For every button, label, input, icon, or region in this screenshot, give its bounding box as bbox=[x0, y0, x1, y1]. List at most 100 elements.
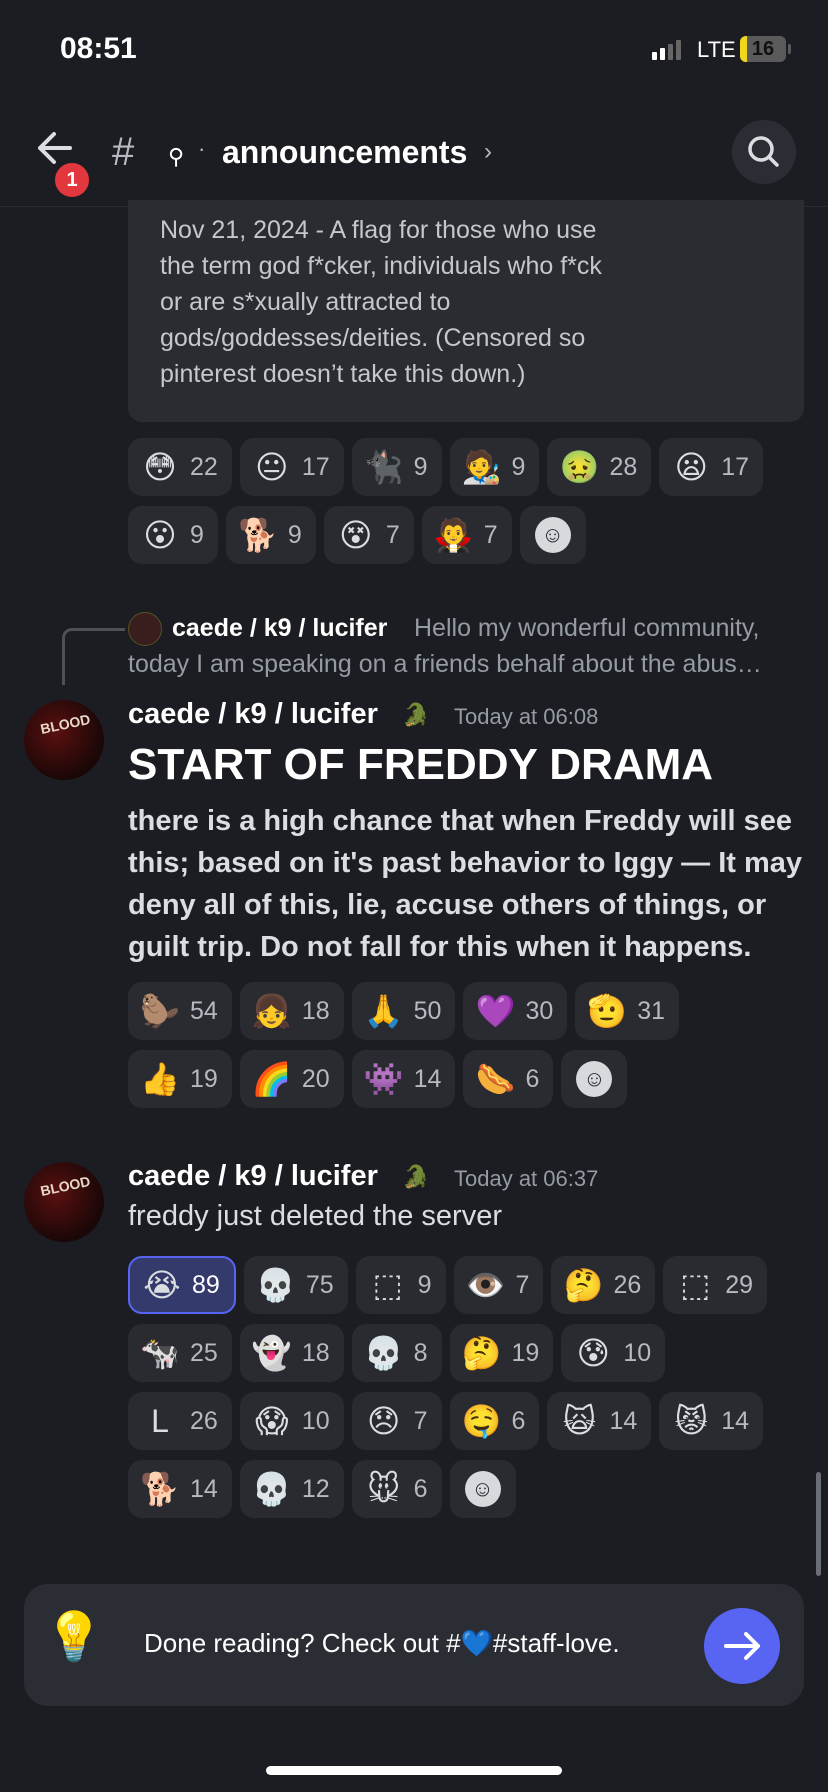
reaction-chip[interactable]: 🤢 28 bbox=[547, 438, 652, 496]
reaction-emoji-icon: 👍 bbox=[140, 1061, 180, 1097]
reaction-count: 19 bbox=[190, 1064, 218, 1093]
message-timestamp: Today at 06:37 bbox=[454, 1166, 599, 1191]
reaction-count: 25 bbox=[190, 1338, 218, 1367]
reaction-count: 31 bbox=[637, 996, 666, 1025]
avatar[interactable]: BLOOD bbox=[24, 700, 104, 780]
channel-name[interactable]: announcements bbox=[222, 134, 467, 171]
message-heading: START OF FREDDY DRAMA bbox=[128, 740, 714, 789]
reaction-chip[interactable]: 😐 17 bbox=[239, 438, 344, 496]
reaction-chip[interactable]: ⬚ 29 bbox=[663, 1256, 768, 1314]
reaction-emoji-icon: 😞 bbox=[366, 1403, 401, 1439]
reaction-emoji-icon: 🐈‍⬛ bbox=[363, 449, 404, 485]
reaction-count: 6 bbox=[525, 1064, 540, 1093]
reaction-chip[interactable]: 😱 10 bbox=[239, 1392, 344, 1450]
add-reaction-smiley-icon: ☺ bbox=[534, 517, 571, 553]
reaction-chip[interactable]: 😵 7 bbox=[323, 506, 414, 564]
reaction-chip[interactable]: 🦫 54 bbox=[128, 982, 232, 1040]
reaction-chip[interactable]: 😮 9 bbox=[128, 506, 218, 564]
reaction-count: 14 bbox=[190, 1474, 218, 1503]
reaction-emoji-icon: 🌭 bbox=[475, 1061, 516, 1097]
reply-preview-text[interactable]: Hello my wonderful community, bbox=[414, 614, 759, 643]
reaction-chip[interactable]: ⬚ 9 bbox=[355, 1256, 446, 1314]
reaction-emoji-icon: 😾 bbox=[674, 1403, 708, 1439]
arrow-right-icon bbox=[724, 1632, 760, 1660]
reaction-chip[interactable]: 🤔 26 bbox=[551, 1256, 656, 1314]
reaction-emoji-icon: L bbox=[151, 1402, 169, 1439]
reaction-chip[interactable]: 🤤 6 bbox=[449, 1392, 540, 1450]
reaction-chip[interactable]: 🧛 7 bbox=[421, 506, 512, 564]
reaction-chip[interactable]: 🫡 31 bbox=[575, 982, 680, 1040]
home-indicator[interactable] bbox=[266, 1766, 562, 1775]
clock: 08:51 bbox=[60, 32, 137, 65]
notification-badge: 1 bbox=[52, 160, 92, 200]
reaction-chip[interactable]: 😦 17 bbox=[659, 438, 764, 496]
reaction-chip[interactable]: 😞 7 bbox=[351, 1392, 442, 1450]
reaction-chip[interactable]: 🌈 20 bbox=[239, 1050, 344, 1108]
reaction-chip[interactable]: 🐈‍⬛ 9 bbox=[351, 438, 442, 496]
channel-hash-icon: # bbox=[112, 130, 135, 174]
reaction-chip[interactable]: 👻 18 bbox=[239, 1324, 344, 1382]
reaction-emoji-icon: ⬚ bbox=[372, 1267, 403, 1303]
message-username[interactable]: caede / k9 / lucifer bbox=[128, 1160, 378, 1193]
signal-icon bbox=[652, 40, 681, 60]
reaction-chip[interactable]: 🐕 9 bbox=[225, 506, 316, 564]
search-icon bbox=[748, 136, 779, 167]
reply-preview-text-continued[interactable]: today I am speaking on a friends behalf … bbox=[128, 650, 762, 679]
reaction-emoji-icon: 🐄 bbox=[140, 1335, 180, 1371]
reaction-emoji-icon: 😱 bbox=[255, 1403, 289, 1439]
reaction-emoji-icon: 🦫 bbox=[140, 993, 180, 1029]
battery-tip bbox=[788, 44, 791, 54]
reaction-count: 10 bbox=[301, 1406, 330, 1435]
reaction-emoji-icon: 😳 bbox=[143, 449, 177, 485]
reaction-chip[interactable]: 😰 10 bbox=[561, 1324, 666, 1382]
reaction-emoji-icon: 🤤 bbox=[461, 1403, 502, 1439]
reaction-chip[interactable]: 🤔 19 bbox=[449, 1324, 554, 1382]
chevron-right-icon[interactable]: › bbox=[484, 138, 492, 166]
battery-icon: 16 bbox=[740, 36, 786, 62]
reaction-chip[interactable]: 👁️ 7 bbox=[453, 1256, 544, 1314]
reaction-chip[interactable]: 👧 18 bbox=[239, 982, 344, 1040]
network-label: LTE bbox=[697, 37, 736, 62]
reaction-chip[interactable]: 🐄 25 bbox=[128, 1324, 232, 1382]
reaction-row: 😮 9 🐕 9 😵 7 🧛 7 ☺ bbox=[128, 506, 586, 564]
reaction-chip[interactable]: 😳 22 bbox=[128, 438, 232, 496]
add-reaction-button[interactable]: ☺ bbox=[561, 1050, 628, 1108]
reaction-chip[interactable]: 🌭 6 bbox=[463, 1050, 554, 1108]
message-username[interactable]: caede / k9 / lucifer bbox=[128, 698, 378, 731]
reaction-chip[interactable]: 💀 8 bbox=[351, 1324, 442, 1382]
reaction-chip[interactable]: 🧑‍🎨 9 bbox=[449, 438, 540, 496]
reaction-count: 14 bbox=[413, 1064, 442, 1093]
reaction-chip[interactable]: 👾 14 bbox=[351, 1050, 456, 1108]
reaction-emoji-icon: 💀 bbox=[255, 1267, 296, 1303]
scrollbar[interactable] bbox=[816, 1472, 821, 1576]
reaction-chip[interactable]: 🙀 14 bbox=[547, 1392, 652, 1450]
add-reaction-smiley-icon: ☺ bbox=[464, 1471, 501, 1507]
avatar[interactable]: BLOOD bbox=[24, 1162, 104, 1242]
reaction-count: 7 bbox=[515, 1270, 530, 1299]
reaction-chip[interactable]: L 26 bbox=[128, 1392, 232, 1450]
add-reaction-button[interactable]: ☺ bbox=[519, 506, 586, 564]
done-reading-text[interactable]: Done reading? Check out #💙#staff-love. bbox=[144, 1628, 620, 1659]
add-reaction-button[interactable]: ☺ bbox=[449, 1460, 516, 1518]
reaction-chip[interactable]: 👍 19 bbox=[128, 1050, 232, 1108]
go-to-channel-button[interactable] bbox=[704, 1608, 780, 1684]
reaction-chip[interactable]: 💜 30 bbox=[463, 982, 568, 1040]
reaction-emoji-icon: 🙏 bbox=[363, 993, 404, 1029]
reaction-chip[interactable]: 💀 75 bbox=[243, 1256, 348, 1314]
reaction-chip[interactable]: 🐭 6 bbox=[351, 1460, 442, 1518]
reaction-chip[interactable]: 💀 12 bbox=[239, 1460, 344, 1518]
reaction-emoji-icon: 👧 bbox=[251, 993, 292, 1029]
reaction-count: 75 bbox=[305, 1270, 334, 1299]
reaction-chip[interactable]: 🙏 50 bbox=[351, 982, 456, 1040]
reply-avatar[interactable] bbox=[128, 612, 162, 646]
reaction-emoji-icon: 👻 bbox=[251, 1335, 292, 1371]
reaction-count: 7 bbox=[413, 1406, 428, 1435]
avatar-art: BLOOD bbox=[38, 1172, 92, 1200]
reaction-chip[interactable]: 😭 89 bbox=[128, 1256, 236, 1314]
reaction-row: 🐄 25 👻 18 💀 8 🤔 19 😰 10 bbox=[128, 1324, 666, 1382]
message-text: freddy just deleted the server bbox=[128, 1200, 502, 1232]
reaction-chip[interactable]: 😾 14 bbox=[659, 1392, 764, 1450]
search-button[interactable] bbox=[732, 120, 796, 184]
reaction-chip[interactable]: 🐕 14 bbox=[128, 1460, 232, 1518]
reply-username[interactable]: caede / k9 / lucifer bbox=[172, 614, 387, 643]
